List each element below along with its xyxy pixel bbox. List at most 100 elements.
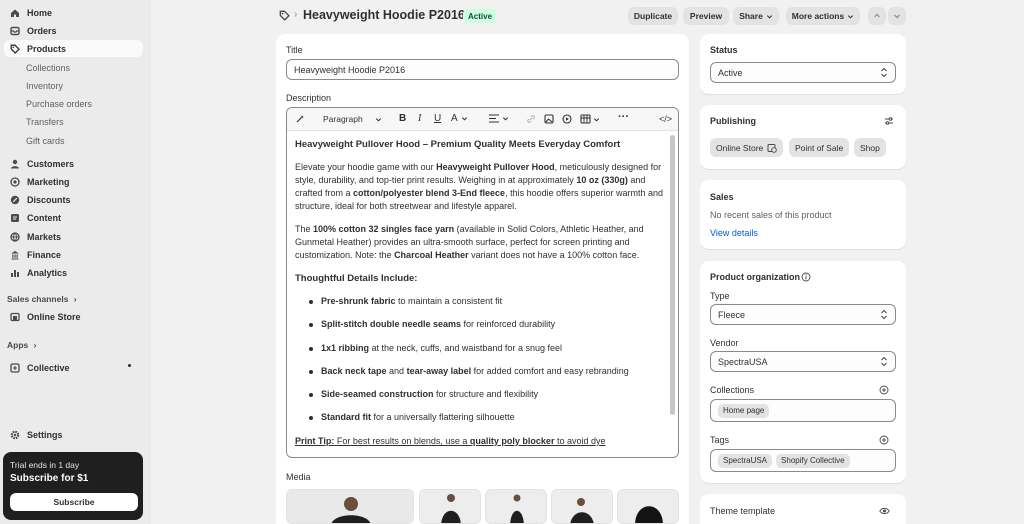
sidebar-item-home[interactable]: Home (4, 4, 143, 21)
table-icon[interactable] (580, 114, 600, 124)
sidebar-item-analytics[interactable]: Analytics (4, 264, 143, 281)
chevron-down-icon (375, 117, 381, 122)
collection-tag[interactable]: Home page (718, 403, 770, 418)
bank-icon (10, 250, 20, 260)
vendor-value: SpectraUSA (718, 356, 768, 367)
sidebar-item-finance[interactable]: Finance (4, 246, 143, 263)
more-actions-button[interactable]: More actions (786, 7, 860, 25)
text-color-icon[interactable]: A (451, 113, 468, 124)
video-icon[interactable] (562, 114, 572, 124)
sidebar-subitem-transfers[interactable]: Transfers (26, 117, 64, 127)
bold-text: 10 oz (330g) (576, 175, 628, 185)
media-thumbnail[interactable] (551, 489, 613, 524)
text-run: for added comfort and easy rebranding (471, 365, 629, 376)
info-icon[interactable] (801, 272, 811, 284)
bold-text: Print Tip: (295, 435, 335, 446)
sales-label: Sales (710, 192, 734, 202)
sidebar-item-markets[interactable]: Markets (4, 228, 143, 245)
previous-product-button[interactable] (868, 7, 886, 25)
text-run: Elevate your hoodie game with our (295, 162, 437, 172)
code-view-icon[interactable]: </> (659, 114, 672, 124)
share-label: Share (739, 11, 763, 21)
media-thumbnail[interactable] (419, 489, 481, 524)
channel-chip-online-store[interactable]: Online Store (710, 138, 784, 157)
select-arrows-icon (881, 356, 887, 367)
channel-chip-shop[interactable]: Shop (854, 138, 886, 157)
bold-text: Split-stitch double needle seams (321, 319, 462, 330)
text-run: For best results on blends, use a (334, 435, 470, 446)
list-item: Standard fit for a universally flatterin… (309, 411, 665, 424)
tag-icon[interactable] (279, 10, 290, 23)
sidebar-item-customers[interactable]: Customers (4, 155, 143, 172)
description-editor[interactable]: Paragraph B I U A ··· </> Heavyweight Pu… (286, 107, 679, 458)
sidebar-section-sales-channels[interactable]: Sales channels › (7, 294, 77, 304)
sidebar-subitem-inventory[interactable]: Inventory (26, 81, 63, 91)
tags-field[interactable]: SpectraUSA Shopify Collective (710, 449, 896, 472)
ai-magic-icon[interactable] (295, 114, 305, 124)
sidebar-item-content[interactable]: Content (4, 209, 143, 226)
sidebar-item-online-store[interactable]: Online Store (4, 308, 143, 325)
text-run: at the neck, cuffs, and waistband for a … (369, 342, 562, 353)
subscribe-button[interactable]: Subscribe (10, 493, 138, 511)
add-tag-icon[interactable] (879, 435, 889, 447)
more-options-icon[interactable]: ··· (618, 111, 629, 123)
preview-button[interactable]: Preview (683, 7, 729, 25)
channel-chip-point-of-sale[interactable]: Point of Sale (789, 138, 850, 157)
publishing-label: Publishing (710, 116, 756, 126)
select-arrows-icon (881, 309, 887, 320)
editor-scrollbar[interactable] (670, 135, 675, 415)
sidebar-item-products[interactable]: Products (4, 40, 143, 57)
bold-text: Pre-shrunk fabric (321, 296, 396, 306)
media-thumbnail[interactable] (485, 489, 547, 524)
add-collection-icon[interactable] (879, 385, 889, 397)
align-icon[interactable] (489, 114, 509, 123)
text-run: for structure and flexibility (433, 389, 539, 400)
underline-icon[interactable]: U (434, 113, 441, 124)
channel-label: Online Store (716, 142, 764, 153)
product-tag[interactable]: SpectraUSA (718, 453, 773, 468)
chart-icon (10, 268, 20, 278)
italic-icon[interactable]: I (418, 113, 421, 124)
product-tag[interactable]: Shopify Collective (776, 453, 850, 468)
product-organization-label: Product organization (710, 272, 800, 282)
sidebar-item-marketing[interactable]: Marketing (4, 173, 143, 190)
sidebar-item-settings[interactable]: Settings (4, 426, 143, 443)
discount-icon (10, 195, 20, 205)
next-product-button[interactable] (888, 7, 906, 25)
sidebar-item-collective[interactable]: Collective (4, 359, 143, 376)
type-label: Type (710, 291, 730, 301)
more-actions-label: More actions (791, 11, 845, 21)
sidebar-item-label: Content (27, 212, 61, 223)
status-select[interactable]: Active (710, 62, 896, 83)
eye-icon[interactable] (879, 506, 890, 518)
description-label: Description (286, 93, 332, 103)
paragraph-style-select[interactable]: Paragraph (323, 114, 382, 124)
view-details-link[interactable]: View details (710, 228, 758, 238)
text-run: for a universally flattering silhouette (371, 412, 515, 423)
vendor-select[interactable]: SpectraUSA (710, 351, 896, 372)
sidebar-item-orders[interactable]: Orders (4, 22, 143, 39)
collections-field[interactable]: Home page (710, 399, 896, 422)
chevron-down-icon (766, 14, 772, 19)
image-icon[interactable] (544, 114, 554, 124)
type-select[interactable]: Fleece (710, 304, 896, 325)
share-button[interactable]: Share (733, 7, 779, 25)
sidebar-subitem-collections[interactable]: Collections (26, 63, 70, 73)
sidebar-subitem-purchase-orders[interactable]: Purchase orders (26, 99, 92, 109)
sidebar: Home Orders Products Collections Invento… (0, 0, 151, 524)
sidebar-subitem-gift-cards[interactable]: Gift cards (26, 136, 65, 146)
media-thumbnail[interactable] (617, 489, 679, 524)
description-content[interactable]: Heavyweight Pullover Hood – Premium Qual… (295, 138, 665, 457)
sidebar-item-discounts[interactable]: Discounts (4, 191, 143, 208)
media-thumbnail[interactable] (286, 489, 414, 524)
sidebar-item-label: Settings (27, 429, 63, 440)
breadcrumb-chevron-icon: › (294, 9, 298, 20)
duplicate-button[interactable]: Duplicate (628, 7, 678, 25)
media-label: Media (286, 472, 311, 482)
sliders-icon[interactable] (884, 116, 894, 128)
chevron-down-icon (848, 14, 854, 19)
bold-icon[interactable]: B (399, 113, 406, 124)
title-input[interactable]: Heavyweight Hoodie P2016 (286, 59, 679, 80)
link-icon[interactable] (526, 114, 536, 124)
sidebar-section-apps[interactable]: Apps › (7, 340, 36, 350)
